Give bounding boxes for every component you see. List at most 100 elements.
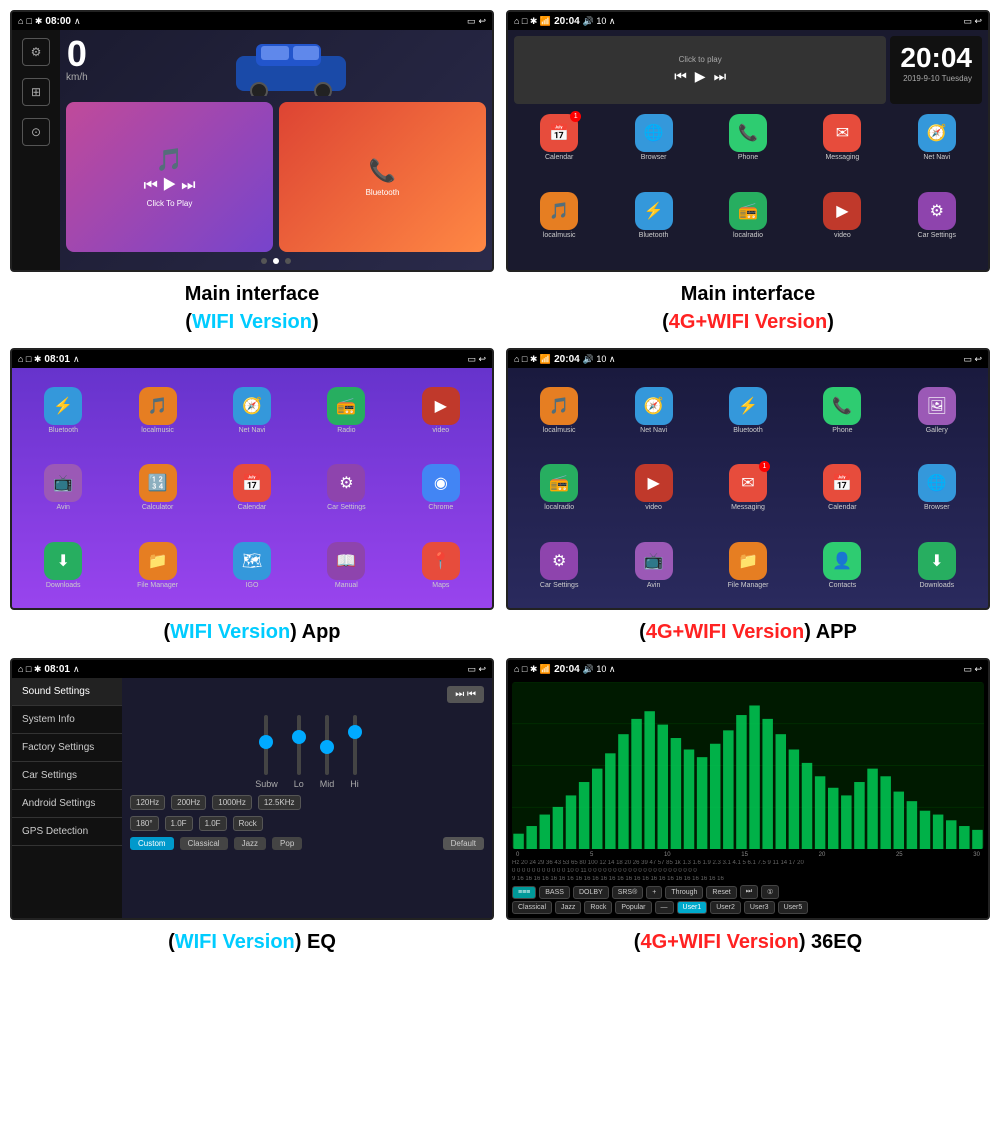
freq-1000hz[interactable]: 1000Hz: [212, 795, 252, 810]
freq-200hz[interactable]: 200Hz: [171, 795, 206, 810]
app-maps[interactable]: 📍Maps: [396, 542, 486, 589]
ctrl-dolby[interactable]: DOLBY: [573, 886, 609, 899]
preset-classical[interactable]: Classical: [180, 837, 228, 850]
freq-1f-2[interactable]: 1.0F: [199, 816, 227, 831]
ctrl-reset[interactable]: Reset: [706, 886, 736, 899]
ctrl-skip[interactable]: ⏭: [740, 885, 758, 899]
preset-jazz[interactable]: Jazz: [234, 837, 266, 850]
ctrl-through[interactable]: Through: [665, 886, 703, 899]
app-chrome[interactable]: ◉Chrome: [396, 464, 486, 511]
app-gallery[interactable]: 🖼Gallery: [892, 387, 982, 434]
settings-icon[interactable]: ⚙: [22, 38, 50, 66]
app-browser[interactable]: 🌐Browser: [892, 464, 982, 511]
preset-rock[interactable]: Rock: [584, 901, 612, 914]
app-messaging[interactable]: ✉Messaging: [797, 114, 887, 188]
app-net-navi[interactable]: 🧭Net Navi: [207, 387, 297, 434]
s2-player[interactable]: Click to play ⏮ ▶ ⏭: [514, 36, 886, 104]
nav-icon[interactable]: ⊙: [22, 118, 50, 146]
app-localradio[interactable]: 📻localradio: [514, 464, 604, 511]
app-messaging[interactable]: ✉1Messaging: [703, 464, 793, 511]
app-avin[interactable]: 📺Avin: [608, 542, 698, 589]
app-file-manager[interactable]: 📁File Manager: [703, 542, 793, 589]
freq-1f-1[interactable]: 1.0F: [165, 816, 193, 831]
caption-s6: (4G+WIFI Version) 36EQ: [634, 928, 862, 956]
preset-jazz[interactable]: Jazz: [555, 901, 581, 914]
hi-track[interactable]: [353, 715, 357, 775]
preset-pop[interactable]: Pop: [272, 837, 302, 850]
grid-icon[interactable]: ⊞: [22, 78, 50, 106]
preset-custom[interactable]: Custom: [130, 837, 174, 850]
dot-1[interactable]: [261, 258, 267, 264]
app-downloads[interactable]: ⬇Downloads: [18, 542, 108, 589]
app-car-settings[interactable]: ⚙Car Settings: [514, 542, 604, 589]
subw-knob[interactable]: [259, 735, 273, 749]
app-phone[interactable]: 📞Phone: [703, 114, 793, 188]
ctrl-plus[interactable]: +: [646, 886, 662, 899]
ctrl-minus[interactable]: —: [655, 901, 674, 914]
cell-s2: ⌂ □ ✱ 📶 20:04 🔊 10 ∧ ▭ ↩ Click to play ⏮…: [506, 10, 990, 336]
app-calculator[interactable]: 🔢Calculator: [112, 464, 202, 511]
freq-120hz[interactable]: 120Hz: [130, 795, 165, 810]
screen-s1: ⌂ □ ✱ 08:00 ∧ ▭ ↩ ⚙ ⊞ ⊙: [10, 10, 494, 272]
phone-card[interactable]: 📞 Bluetooth: [279, 102, 486, 252]
preset-user2[interactable]: User2: [710, 901, 741, 914]
app-calendar[interactable]: 📅1Calendar: [514, 114, 604, 188]
lo-knob[interactable]: [292, 730, 306, 744]
dot-3[interactable]: [285, 258, 291, 264]
app-localmusic[interactable]: 🎵localmusic: [514, 387, 604, 434]
app-video[interactable]: ▶video: [608, 464, 698, 511]
app-bluetooth[interactable]: ⚡Bluetooth: [703, 387, 793, 434]
app-net-navi[interactable]: 🧭Net Navi: [608, 387, 698, 434]
preset-user5[interactable]: User5: [778, 901, 809, 914]
app-downloads[interactable]: ⬇Downloads: [892, 542, 982, 589]
eq-toggle-btn[interactable]: ⏭ ⏮: [447, 686, 484, 703]
app-video[interactable]: ▶video: [396, 387, 486, 434]
screen-s5: ⌂ □ ✱ 08:01 ∧ ▭ ↩ Sound SettingsSystem I…: [10, 658, 494, 920]
ctrl-srs[interactable]: SRS®: [612, 886, 644, 899]
app-localmusic[interactable]: 🎵localmusic: [514, 192, 604, 266]
app-localradio[interactable]: 📻localradio: [703, 192, 793, 266]
freq-phase[interactable]: 180°: [130, 816, 159, 831]
app-avin[interactable]: 📺Avin: [18, 464, 108, 511]
menu-item-gps-detection[interactable]: GPS Detection: [12, 818, 122, 846]
preset-user3[interactable]: User3: [744, 901, 775, 914]
ctrl-num[interactable]: ①: [761, 885, 779, 899]
app-calendar[interactable]: 📅Calendar: [207, 464, 297, 511]
menu-item-car-settings[interactable]: Car Settings: [12, 762, 122, 790]
app-file-manager[interactable]: 📁File Manager: [112, 542, 202, 589]
app-manual[interactable]: 📖Manual: [301, 542, 391, 589]
menu-item-factory-settings[interactable]: Factory Settings: [12, 734, 122, 762]
subw-track[interactable]: [264, 715, 268, 775]
app-car-settings[interactable]: ⚙Car Settings: [892, 192, 982, 266]
freq-rock[interactable]: Rock: [233, 816, 263, 831]
app-phone[interactable]: 📞Phone: [797, 387, 887, 434]
app-localmusic[interactable]: 🎵localmusic: [112, 387, 202, 434]
preset-default[interactable]: Default: [443, 837, 484, 850]
menu-item-sound-settings[interactable]: Sound Settings: [12, 678, 122, 706]
dot-2[interactable]: [273, 258, 279, 264]
app-browser[interactable]: 🌐Browser: [608, 114, 698, 188]
preset-user1[interactable]: User1: [677, 901, 708, 914]
mid-track[interactable]: [325, 715, 329, 775]
ctrl-bass[interactable]: BASS: [539, 886, 570, 899]
app-radio[interactable]: 📻Radio: [301, 387, 391, 434]
app-net-navi[interactable]: 🧭Net Navi: [892, 114, 982, 188]
ctrl-eq-icon[interactable]: ≡≡≡: [512, 886, 536, 899]
lo-track[interactable]: [297, 715, 301, 775]
mid-knob[interactable]: [320, 740, 334, 754]
freq-125khz[interactable]: 12.5KHz: [258, 795, 301, 810]
screen-s4: ⌂ □ ✱ 📶 20:04 🔊 10 ∧ ▭ ↩ 🎵localmusic🧭Net…: [506, 348, 990, 610]
menu-item-system-info[interactable]: System Info: [12, 706, 122, 734]
app-contacts[interactable]: 👤Contacts: [797, 542, 887, 589]
hi-knob[interactable]: [348, 725, 362, 739]
music-card[interactable]: 🎵 ⏮ ▶ ⏭ Click To Play: [66, 102, 273, 252]
preset-popular[interactable]: Popular: [615, 901, 651, 914]
app-video[interactable]: ▶video: [797, 192, 887, 266]
app-car-settings[interactable]: ⚙Car Settings: [301, 464, 391, 511]
app-bluetooth[interactable]: ⚡Bluetooth: [18, 387, 108, 434]
app-calendar[interactable]: 📅Calendar: [797, 464, 887, 511]
menu-item-android-settings[interactable]: Android Settings: [12, 790, 122, 818]
preset-classical[interactable]: Classical: [512, 901, 552, 914]
app-igo[interactable]: 🗺IGO: [207, 542, 297, 589]
app-bluetooth[interactable]: ⚡Bluetooth: [608, 192, 698, 266]
